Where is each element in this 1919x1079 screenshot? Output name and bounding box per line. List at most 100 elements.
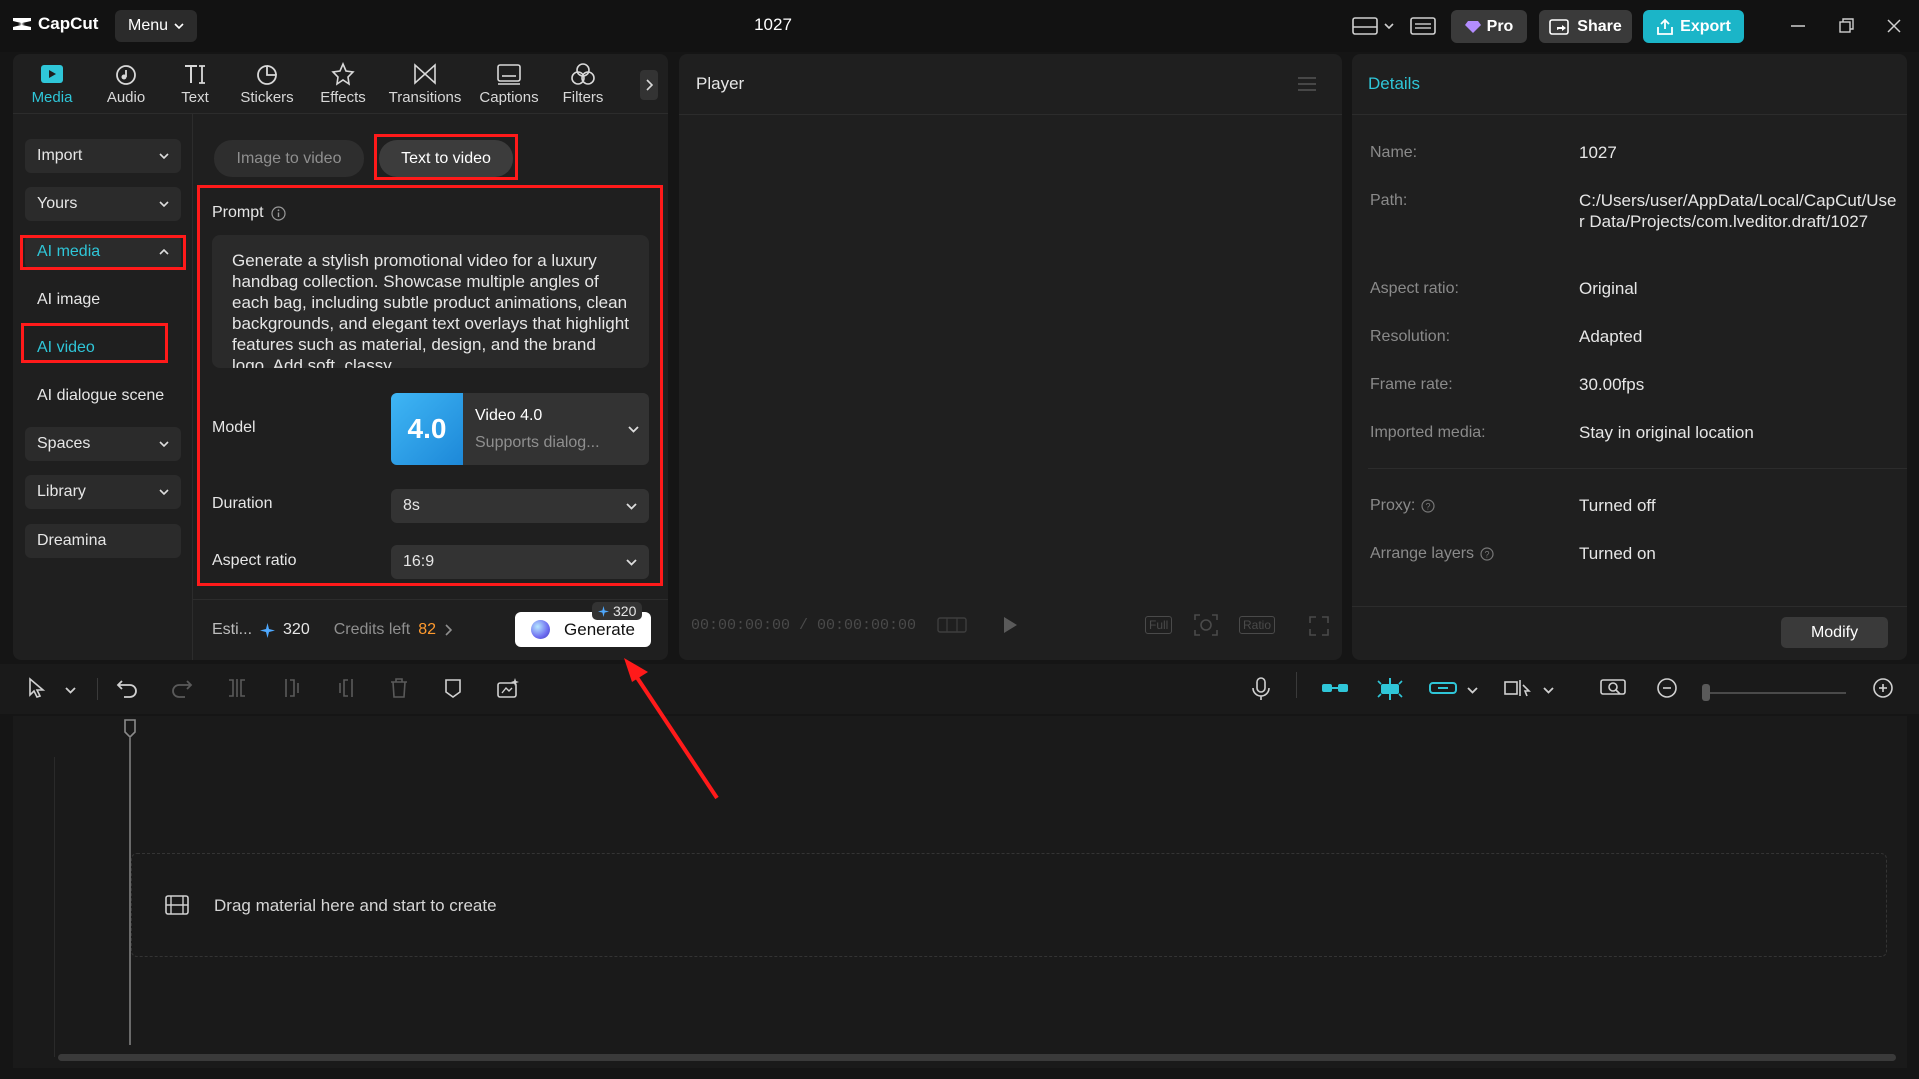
redo-icon[interactable] [171, 677, 193, 699]
tab-stickers[interactable]: Stickers [236, 62, 298, 106]
sidebar-yours[interactable]: Yours [25, 187, 181, 221]
captions-icon [496, 62, 522, 86]
full-button[interactable]: Full [1145, 616, 1172, 634]
minimize-button[interactable] [1790, 18, 1806, 34]
tab-text[interactable]: Text [175, 62, 215, 106]
maximize-button[interactable] [1838, 18, 1854, 34]
shortcuts-button[interactable] [1410, 16, 1436, 36]
keyboard-icon [1410, 16, 1436, 36]
detail-resolution-label: Resolution: [1370, 328, 1450, 346]
text-icon [182, 62, 208, 86]
sidebar-ai-dialogue-scene[interactable]: AI dialogue scene [25, 379, 185, 413]
zoom-in-icon[interactable] [1872, 677, 1894, 699]
share-button[interactable]: Share [1539, 10, 1632, 43]
play-icon[interactable] [1002, 615, 1018, 635]
tab-transitions[interactable]: Transitions [386, 62, 464, 106]
preview-axis-icon[interactable] [1503, 677, 1531, 699]
select-cursor-icon[interactable] [27, 677, 47, 699]
details-panel: Details Name: 1027 Path: C:/Users/user/A… [1352, 54, 1907, 660]
credits-left-value: 82 [418, 621, 436, 639]
tabs-scroll-right-button[interactable] [640, 70, 658, 100]
aspect-ratio-dropdown[interactable]: 16:9 [391, 545, 649, 579]
split-icon[interactable] [226, 677, 248, 699]
sidebar-ai-media[interactable]: AI media [25, 235, 181, 269]
sidebar-dreamina[interactable]: Dreamina [25, 524, 181, 558]
microphone-icon[interactable] [1252, 677, 1270, 701]
modify-button[interactable]: Modify [1781, 617, 1888, 648]
main-track-magnet-icon[interactable] [1320, 677, 1350, 699]
model-dropdown[interactable]: 4.0 Video 4.0 Supports dialog... [391, 393, 649, 465]
sidebar-item-label: AI video [37, 339, 95, 357]
sidebar-ai-image[interactable]: AI image [25, 283, 185, 317]
chevron-down-icon[interactable] [1467, 687, 1478, 694]
detail-resolution-value: Adapted [1579, 326, 1642, 347]
sidebar-import[interactable]: Import [25, 139, 181, 173]
layout-switcher[interactable] [1352, 16, 1394, 36]
tab-image-to-video[interactable]: Image to video [214, 140, 364, 177]
auto-snap-icon[interactable] [1375, 677, 1405, 701]
detail-aspect-ratio-value: Original [1579, 278, 1638, 299]
trim-left-icon[interactable] [281, 677, 303, 699]
estimate-label: Esti... [212, 621, 252, 639]
marker-icon[interactable] [442, 677, 464, 699]
duration-value: 8s [403, 497, 420, 515]
chevron-right-icon[interactable] [444, 624, 452, 636]
tab-label: Media [32, 89, 73, 106]
fullscreen-icon[interactable] [1309, 616, 1329, 636]
chevron-down-icon [626, 559, 637, 566]
sidebar-item-label: AI dialogue scene [37, 387, 164, 405]
trim-right-icon[interactable] [335, 677, 357, 699]
sidebar-spaces[interactable]: Spaces [25, 427, 181, 461]
timeline-scrollbar[interactable] [58, 1054, 1896, 1061]
generate-cost-badge: 320 [592, 602, 642, 620]
chevron-down-icon[interactable] [65, 687, 76, 694]
tab-label: Effects [320, 89, 366, 106]
undo-icon[interactable] [116, 677, 138, 699]
tab-text-to-video[interactable]: Text to video [379, 140, 513, 177]
sidebar-item-label: Import [37, 147, 82, 165]
info-icon[interactable] [271, 206, 286, 221]
export-button[interactable]: Export [1643, 10, 1744, 43]
sidebar-item-label: AI image [37, 291, 100, 309]
aspect-ratio-value: 16:9 [403, 553, 434, 571]
capcut-logo-icon [12, 16, 32, 32]
tab-effects[interactable]: Effects [315, 62, 371, 106]
pro-label: Pro [1487, 18, 1514, 36]
credits-left-label: Credits left [334, 621, 410, 639]
chevron-down-icon [1384, 23, 1394, 29]
menu-button[interactable]: Menu [115, 10, 197, 42]
divider [192, 114, 193, 660]
zoom-slider-track[interactable] [1704, 692, 1846, 694]
filters-icon [570, 62, 596, 86]
delete-icon[interactable] [388, 677, 410, 699]
tab-captions[interactable]: Captions [475, 62, 543, 106]
help-icon[interactable]: ? [1421, 499, 1435, 513]
player-menu-icon[interactable] [1297, 76, 1317, 92]
zoom-fit-icon[interactable] [1193, 613, 1219, 637]
close-button[interactable] [1886, 18, 1902, 34]
media-icon [39, 62, 65, 86]
ratio-button[interactable]: Ratio [1239, 616, 1275, 634]
zoom-slider-handle[interactable] [1702, 684, 1710, 701]
zoom-out-icon[interactable] [1656, 677, 1678, 699]
help-icon[interactable]: ? [1480, 547, 1494, 561]
sidebar-library[interactable]: Library [25, 475, 181, 509]
chevron-down-icon[interactable] [1543, 687, 1554, 694]
sidebar-ai-video[interactable]: AI video [25, 331, 185, 365]
tab-media[interactable]: Media [28, 62, 76, 106]
tab-audio[interactable]: Audio [101, 62, 151, 106]
duration-dropdown[interactable]: 8s [391, 489, 649, 523]
credits-bar: Esti... 320 Credits left 82 [212, 621, 452, 639]
playhead-icon[interactable] [123, 719, 137, 739]
film-icon [165, 895, 189, 915]
linkage-icon[interactable] [1428, 677, 1458, 699]
close-icon [1886, 18, 1902, 34]
sidebar-item-label: AI media [37, 243, 100, 261]
sparkle-icon [598, 606, 609, 617]
tab-label: Stickers [240, 89, 293, 106]
prompt-textarea[interactable]: Generate a stylish promotional video for… [212, 235, 649, 368]
tab-filters[interactable]: Filters [558, 62, 608, 106]
pro-button[interactable]: Pro [1451, 10, 1527, 43]
zoom-to-fit-icon[interactable] [1599, 677, 1627, 699]
ai-edit-icon[interactable] [496, 677, 520, 699]
